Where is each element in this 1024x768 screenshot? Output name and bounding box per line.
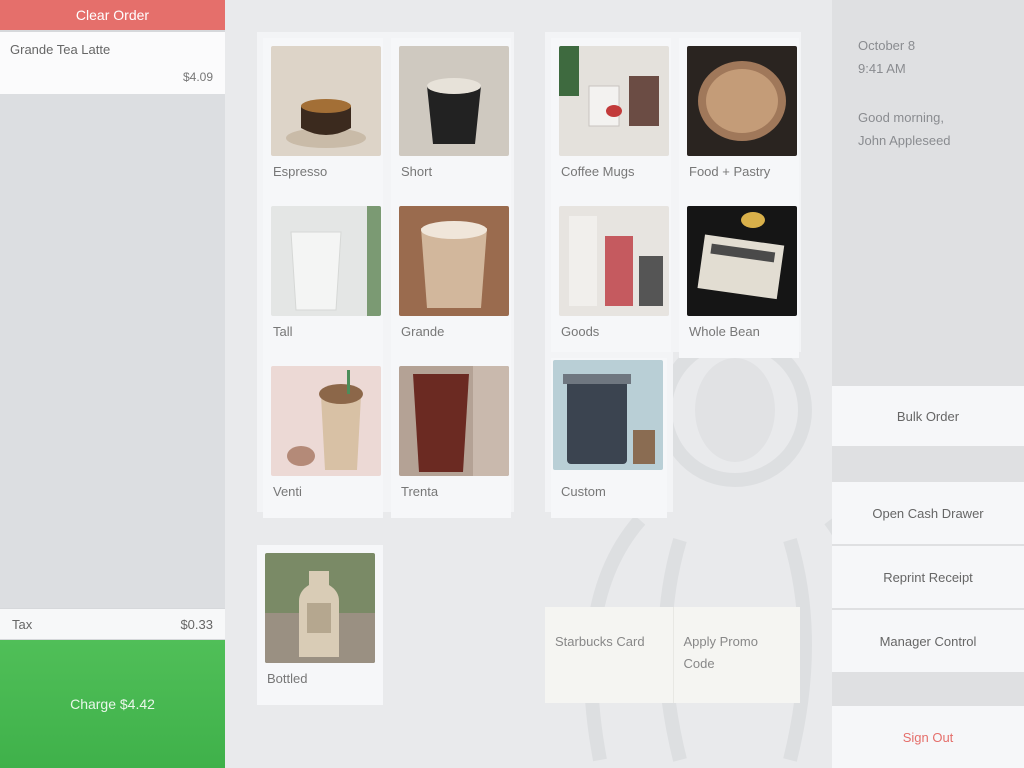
tile-venti[interactable]: Venti: [263, 358, 383, 518]
drinks-grid: Espresso Short Tall Grande Venti Trenta: [257, 32, 514, 518]
tile-tall[interactable]: Tall: [263, 198, 383, 358]
tax-row: Tax $0.33: [0, 609, 225, 639]
apply-promo-code-button[interactable]: Apply Promo Code: [672, 607, 801, 703]
custom-photo: [553, 360, 663, 470]
trenta-photo: [399, 366, 509, 476]
coffee-mugs-photo: [559, 46, 669, 156]
food-pastry-label: Food + Pastry: [689, 164, 771, 179]
date-text: October 8: [858, 38, 916, 53]
trenta-label: Trenta: [401, 484, 439, 499]
tax-label: Tax: [12, 616, 33, 632]
reprint-receipt-button[interactable]: Reprint Receipt: [832, 546, 1024, 608]
tile-custom[interactable]: Custom: [551, 358, 667, 518]
venti-photo: [271, 366, 381, 476]
bulk-order-button[interactable]: Bulk Order: [832, 386, 1024, 446]
grande-label: Grande: [401, 324, 445, 339]
custom-grid: Custom: [545, 352, 673, 518]
coffee-mugs-label: Coffee Mugs: [561, 164, 635, 179]
time-text: 9:41 AM: [858, 61, 906, 76]
open-cash-drawer-button[interactable]: Open Cash Drawer: [832, 482, 1024, 544]
tile-espresso[interactable]: Espresso: [263, 38, 383, 198]
tile-food-pastry[interactable]: Food + Pastry: [679, 38, 799, 198]
tile-bottled[interactable]: Bottled: [257, 545, 383, 705]
greeting-user: John Appleseed: [858, 133, 951, 148]
espresso-label: Espresso: [273, 164, 328, 179]
retail-grid: Coffee Mugs Food + Pastry Goods Whole Be…: [545, 32, 801, 358]
tile-whole-bean[interactable]: Whole Bean: [679, 198, 799, 358]
whole-bean-photo: [687, 206, 797, 316]
goods-photo: [559, 206, 669, 316]
greeting-line1: Good morning,: [858, 110, 944, 125]
tall-label: Tall: [273, 324, 293, 339]
right-panel: October 8 9:41 AM Good morning, John App…: [832, 0, 1024, 768]
tile-grande[interactable]: Grande: [391, 198, 511, 358]
clear-order-button[interactable]: Clear Order: [0, 0, 225, 30]
manager-control-button[interactable]: Manager Control: [832, 610, 1024, 672]
bottled-label: Bottled: [267, 671, 308, 686]
tile-coffee-mugs[interactable]: Coffee Mugs: [551, 38, 671, 198]
charge-button[interactable]: Charge $4.42: [0, 640, 225, 768]
tile-short[interactable]: Short: [391, 38, 511, 198]
datetime: October 8 9:41 AM: [858, 34, 915, 80]
promo-panel: Starbucks Card Apply Promo Code: [545, 607, 800, 703]
grande-photo: [399, 206, 509, 316]
starbucks-card-button[interactable]: Starbucks Card: [545, 607, 673, 703]
order-panel: Clear Order Grande Tea Latte $4.09 Tax $…: [0, 0, 225, 768]
bottled-photo: [265, 553, 375, 663]
order-list-area: [0, 94, 225, 608]
whole-bean-label: Whole Bean: [689, 324, 760, 339]
bottled-grid: Bottled: [257, 545, 383, 705]
venti-label: Venti: [273, 484, 302, 499]
greeting: Good morning, John Appleseed: [858, 106, 951, 152]
tile-trenta[interactable]: Trenta: [391, 358, 511, 518]
order-item-price: $4.09: [182, 70, 213, 84]
short-photo: [399, 46, 509, 156]
tall-photo: [271, 206, 381, 316]
goods-label: Goods: [561, 324, 600, 339]
order-item-name: Grande Tea Latte: [10, 42, 111, 57]
food-pastry-photo: [687, 46, 797, 156]
order-line-item[interactable]: Grande Tea Latte $4.09: [0, 32, 225, 94]
tax-value: $0.33: [180, 616, 213, 632]
tile-goods[interactable]: Goods: [551, 198, 671, 358]
espresso-photo: [271, 46, 381, 156]
custom-label: Custom: [561, 484, 606, 499]
short-label: Short: [401, 164, 433, 179]
sign-out-button[interactable]: Sign Out: [832, 706, 1024, 768]
